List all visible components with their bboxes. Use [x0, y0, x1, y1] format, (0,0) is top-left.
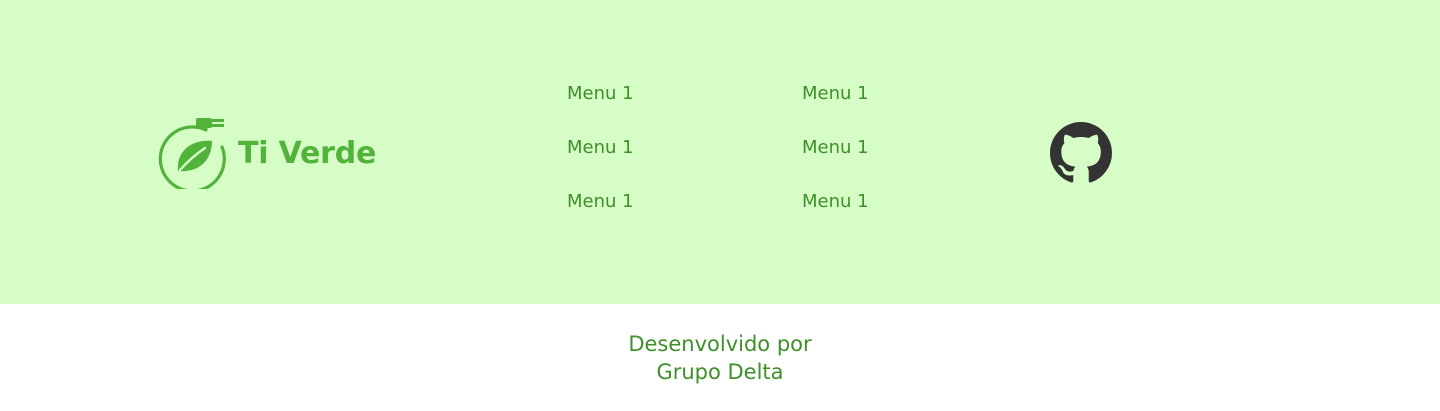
footer-menu-link[interactable]: Menu 1	[802, 82, 869, 106]
credit-line-1: Desenvolvido por	[628, 332, 812, 356]
footer-menu-column-2: Menu 1 Menu 1 Menu 1	[802, 82, 869, 244]
footer-menu-link[interactable]: Menu 1	[567, 82, 634, 106]
leaf-plug-icon	[158, 113, 230, 189]
github-icon	[1050, 122, 1112, 188]
footer-menu-link[interactable]: Menu 1	[567, 190, 634, 214]
footer-menu-column-1: Menu 1 Menu 1 Menu 1	[567, 82, 634, 244]
footer-menu-link[interactable]: Menu 1	[567, 136, 634, 160]
footer-credit-section: Desenvolvido por Grupo Delta	[0, 304, 1440, 411]
credit-line-2: Grupo Delta	[656, 360, 784, 384]
github-link[interactable]	[1050, 122, 1112, 184]
footer-menu-link[interactable]: Menu 1	[802, 190, 869, 214]
brand-logo-link[interactable]: Ti Verde	[158, 113, 376, 189]
credit-text: Desenvolvido por Grupo Delta	[0, 330, 1440, 386]
footer-main-section: Ti Verde Menu 1 Menu 1 Menu 1 Menu 1 Men…	[0, 0, 1440, 304]
footer-menu-link[interactable]: Menu 1	[802, 136, 869, 160]
brand-name: Ti Verde	[238, 135, 377, 171]
